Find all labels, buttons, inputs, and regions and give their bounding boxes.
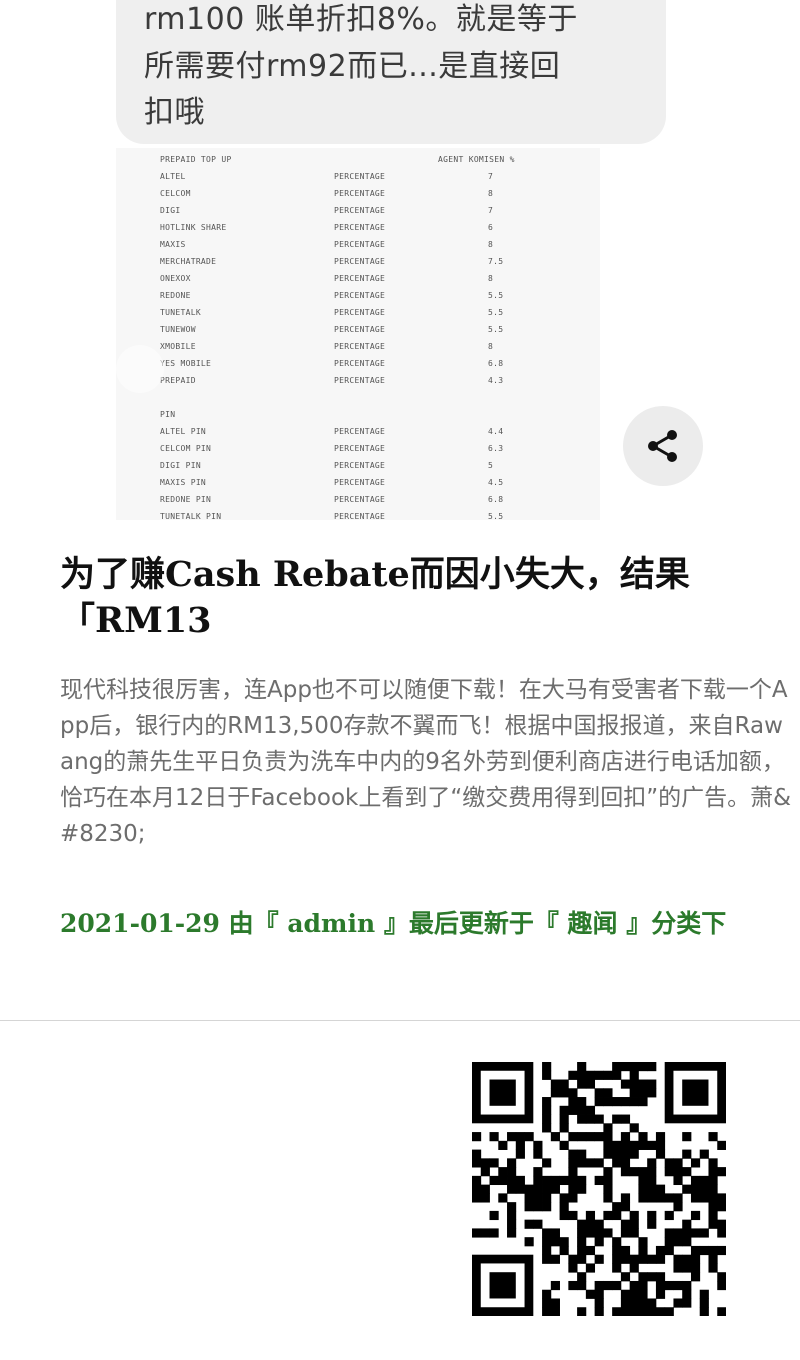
table-cell: PERCENTAGE	[334, 461, 386, 470]
table-header-cell: PREPAID TOP UP	[160, 155, 232, 164]
article-meta: 2021-01-29 由『 admin 』最后更新于『 趣闻 』分类下	[60, 909, 727, 938]
table-cell: PERCENTAGE	[334, 325, 386, 334]
table-cell: 7	[488, 206, 494, 215]
table-cell: PREPAID	[160, 376, 196, 385]
commission-table: PREPAID TOP UP AGENT KOMISEN % ALTEL PERC…	[116, 148, 600, 520]
table-row: DIGI PERCENTAGE 7	[116, 203, 600, 220]
table-cell: 4.5	[488, 478, 504, 487]
table-cell: HOTLINK SHARE	[160, 223, 227, 232]
table-cell: PERCENTAGE	[334, 240, 386, 249]
table-cell: PERCENTAGE	[334, 291, 386, 300]
table-row: YES MOBILE PERCENTAGE 6.8	[116, 356, 600, 373]
table-cell: 6.3	[488, 444, 504, 453]
table-cell: 5	[488, 461, 494, 470]
chat-bubble-line: 所需要付rm92而已...是直接回	[144, 49, 561, 84]
table-cell: PERCENTAGE	[334, 495, 386, 504]
table-cell: PERCENTAGE	[334, 257, 386, 266]
table-cell: ALTEL PIN	[160, 427, 207, 436]
table-cell: 4.4	[488, 427, 504, 436]
table-cell: PERCENTAGE	[334, 342, 386, 351]
table-cell: TUNETALK PIN	[160, 512, 222, 520]
table-cell: 8	[488, 240, 494, 249]
table-cell: TUNEWOW	[160, 325, 196, 334]
table-cell: 6.8	[488, 495, 504, 504]
table-cell: 5.5	[488, 308, 504, 317]
table-cell: REDONE PIN	[160, 495, 212, 504]
divider	[0, 1020, 800, 1021]
table-row: TUNETALK PIN PERCENTAGE 5.5	[116, 509, 600, 520]
table-row: MERCHATRADE PERCENTAGE 7.5	[116, 254, 600, 271]
table-cell: PERCENTAGE	[334, 376, 386, 385]
table-row: MAXIS PERCENTAGE 8	[116, 237, 600, 254]
table-cell: 5.5	[488, 325, 504, 334]
table-row: CELCOM PERCENTAGE 8	[116, 186, 600, 203]
article-hero-image[interactable]: rm100 账单折扣8%。就是等于 所需要付rm92而已...是直接回 扣哦 P…	[0, 0, 800, 520]
table-row: PREPAID PERCENTAGE 4.3	[116, 373, 600, 390]
table-cell: CELCOM	[160, 189, 191, 198]
table-row: DIGI PIN PERCENTAGE 5	[116, 458, 600, 475]
table-row: REDONE PIN PERCENTAGE 6.8	[116, 492, 600, 509]
table-row: ALTEL PIN PERCENTAGE 4.4	[116, 424, 600, 441]
table-header: PREPAID TOP UP AGENT KOMISEN %	[116, 152, 600, 169]
table-row: MAXIS PIN PERCENTAGE 4.5	[116, 475, 600, 492]
table-cell: YES MOBILE	[160, 359, 212, 368]
table-cell: PERCENTAGE	[334, 478, 386, 487]
share-button[interactable]	[623, 406, 703, 486]
chat-bubble-line: 扣哦	[144, 95, 205, 130]
table-row: PIN	[116, 407, 600, 424]
table-cell: PERCENTAGE	[334, 172, 386, 181]
table-cell: 6.8	[488, 359, 504, 368]
table-row: ALTEL PERCENTAGE 7	[116, 169, 600, 186]
table-row: REDONE PERCENTAGE 5.5	[116, 288, 600, 305]
table-cell: PERCENTAGE	[334, 223, 386, 232]
table-cell: MAXIS	[160, 240, 186, 249]
table-row: ONEXOX PERCENTAGE 8	[116, 271, 600, 288]
table-cell: ALTEL	[160, 172, 186, 181]
table-row: XMOBILE PERCENTAGE 8	[116, 339, 600, 356]
share-icon	[648, 430, 677, 462]
table-cell: PERCENTAGE	[334, 189, 386, 198]
table-row: TUNEWOW PERCENTAGE 5.5	[116, 322, 600, 339]
table-cell: XMOBILE	[160, 342, 196, 351]
table-cell: PERCENTAGE	[334, 444, 386, 453]
table-row: HOTLINK SHARE PERCENTAGE 6	[116, 220, 600, 237]
chat-bubble-line: rm100 账单折扣8%。就是等于	[144, 2, 578, 37]
table-cell: 7.5	[488, 257, 504, 266]
table-cell: DIGI	[160, 206, 181, 215]
table-cell: PERCENTAGE	[334, 427, 386, 436]
table-cell: PIN	[160, 410, 176, 419]
table-cell: 8	[488, 274, 494, 283]
table-cell: PERCENTAGE	[334, 274, 386, 283]
table-cell: PERCENTAGE	[334, 512, 386, 520]
qr-code	[472, 1062, 727, 1317]
table-header-cell: AGENT KOMISEN %	[438, 155, 515, 164]
table-row: TUNETALK PERCENTAGE 5.5	[116, 305, 600, 322]
table-cell: 4.3	[488, 376, 504, 385]
table-cell: ONEXOX	[160, 274, 191, 283]
article-title[interactable]: 为了赚Cash Rebate而因小失大，结果「RM13	[60, 552, 740, 644]
table-cell: MAXIS PIN	[160, 478, 207, 487]
table-cell: 5.5	[488, 291, 504, 300]
table-cell: 8	[488, 189, 494, 198]
table-cell: 8	[488, 342, 494, 351]
chat-bubble: rm100 账单折扣8%。就是等于 所需要付rm92而已...是直接回 扣哦	[116, 0, 666, 144]
image-nav-button[interactable]	[116, 345, 164, 393]
table-cell: 7	[488, 172, 494, 181]
table-cell: MERCHATRADE	[160, 257, 217, 266]
table-cell: DIGI PIN	[160, 461, 201, 470]
table-cell: 5.5	[488, 512, 504, 520]
article-excerpt: 现代科技很厉害，连App也不可以随便下载！在大马有受害者下载一个App后，银行内…	[60, 677, 792, 847]
table-cell: PERCENTAGE	[334, 206, 386, 215]
table-cell: 6	[488, 223, 494, 232]
table-cell: PERCENTAGE	[334, 308, 386, 317]
table-cell: PERCENTAGE	[334, 359, 386, 368]
table-cell: TUNETALK	[160, 308, 201, 317]
table-cell: REDONE	[160, 291, 191, 300]
table-cell: CELCOM PIN	[160, 444, 212, 453]
table-row: CELCOM PIN PERCENTAGE 6.3	[116, 441, 600, 458]
table-row	[116, 390, 600, 407]
